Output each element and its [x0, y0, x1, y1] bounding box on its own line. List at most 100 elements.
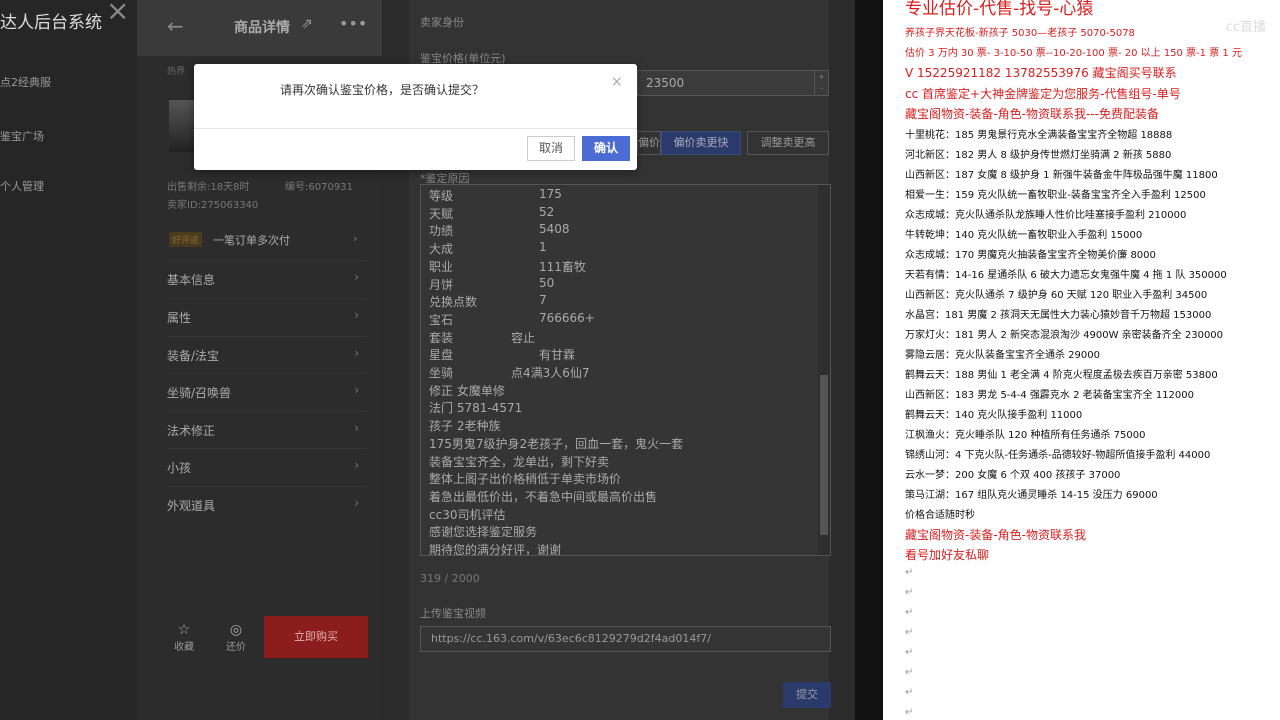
doc-line: 众志成城：克火队通杀队龙族睡人性价比哇塞接手盈利 210000 — [905, 209, 1187, 221]
reason-value: 766666+ — [539, 310, 595, 325]
chevron-right-icon: › — [354, 383, 359, 397]
doc-line: 鹤舞云天：140 克火队接手盈利 11000 — [905, 409, 1083, 421]
tab-lower-price[interactable]: 偏价卖更快 — [661, 131, 741, 155]
reason-key: 星盘 — [429, 348, 454, 363]
doc-line: 估价 3 万内 30 票- 3-10-50 票--10-20-100 票- 20… — [905, 48, 1242, 59]
sidebar-item-personal[interactable]: 个人管理 — [0, 178, 44, 194]
favorite-label: 收藏 — [174, 642, 194, 653]
reason-key: 月饼 — [429, 277, 454, 292]
submit-button[interactable]: 提交 — [783, 682, 831, 708]
reason-key: 大成 — [429, 242, 454, 257]
back-arrow-icon[interactable]: ← — [167, 14, 184, 38]
doc-line: 看号加好友私聊 — [905, 548, 990, 562]
menu-spell-mod[interactable]: 法术修正 › — [167, 411, 367, 447]
cancel-button[interactable]: 取消 — [527, 136, 575, 161]
reason-line: 着急出最低价出，不着急中间或最高价出售 — [429, 489, 658, 504]
reason-line: 期待您的满分好评，谢谢 — [429, 543, 562, 556]
chevron-right-icon: › — [354, 496, 359, 510]
reason-value: 有甘霖 — [539, 348, 576, 363]
doc-line: 河北新区：182 男人 8 级护身传世燃灯坐骑满 2 新孩 5880 — [905, 149, 1172, 161]
reason-value: 1 — [539, 240, 547, 255]
bargain-button[interactable]: ◎ 还价 — [221, 622, 251, 653]
listing-time: 出售剩余:18天8时 — [167, 182, 250, 193]
promo-row[interactable]: 好评返 一笔订单多次付 › — [167, 226, 367, 252]
reason-value: 175 — [539, 187, 562, 201]
textarea-scrollbar[interactable] — [818, 185, 830, 555]
paragraph-mark-icon: ↵ — [905, 706, 914, 718]
favorite-button[interactable]: ☆ 收藏 — [169, 622, 199, 653]
doc-line: 天若有情：14-16 星通杀队 6 破大力遗忘女鬼强牛魔 4 拖 1 队 350… — [905, 269, 1227, 281]
dialog-message: 请再次确认鉴宝价格，是否确认提交？ — [280, 83, 485, 97]
menu-equipment[interactable]: 装备/法宝 › — [167, 336, 367, 372]
listing-id: 编号:6070931 — [285, 182, 353, 193]
divider — [855, 0, 883, 720]
close-icon[interactable]: × — [106, 0, 129, 27]
sidebar-item-server[interactable]: 点2经典服 — [0, 74, 51, 90]
price-stepper[interactable]: + - — [814, 71, 828, 95]
app-brand: 达人后台系统 — [0, 13, 102, 33]
doc-line: 锦绣山河：4 下克火队-任务通杀-品德较好-物超所值接手盈利 44000 — [905, 449, 1211, 461]
tab-price[interactable]: 偏价 — [637, 131, 661, 155]
confirm-button[interactable]: 确认 — [582, 136, 630, 161]
close-icon[interactable]: × — [611, 74, 623, 90]
reason-line: 整体上阁子出价格稍低于单卖市场价 — [429, 472, 622, 487]
doc-line: cc 首席鉴定+大神金牌鉴定为您服务-代售组号-单号 — [905, 86, 1181, 101]
scrollbar-thumb[interactable] — [820, 375, 828, 535]
reason-line: cc30司机评估 — [429, 507, 506, 522]
reason-key: 职业 — [429, 259, 454, 274]
video-label: 上传鉴宝视频 — [420, 607, 486, 620]
buy-now-button[interactable]: 立即购买 — [264, 616, 368, 658]
more-icon[interactable]: ••• — [339, 14, 367, 33]
doc-line: 雾隐云居：克火队装备宝宝齐全通杀 29000 — [905, 349, 1100, 361]
dialog-divider — [194, 128, 637, 129]
reason-key: 兑换点数 — [429, 295, 478, 310]
document-page: 专业估价-代售-找号-心猿 cc直播 养孩子界天花板-新孩子 5030—老孩子 … — [883, 0, 1280, 720]
product-title: 商品详情 — [234, 20, 290, 36]
chevron-right-icon: › — [354, 421, 359, 435]
chevron-right-icon: › — [354, 308, 359, 322]
section-seller-identity: 卖家身份 — [420, 16, 464, 29]
app-sidebar: 达人后台系统 × 点2经典服 鉴宝广场 个人管理 — [0, 0, 137, 720]
share-icon[interactable]: ⇗ — [301, 16, 313, 32]
menu-child[interactable]: 小孩 › — [167, 448, 367, 484]
product-crumb: 热界 — [167, 67, 186, 77]
menu-basic-info[interactable]: 基本信息 › — [167, 260, 367, 296]
menu-label: 属性 — [167, 311, 192, 325]
tab-higher-price[interactable]: 调整卖更高 — [747, 131, 829, 155]
doc-line: V 15225921182 13782553976 藏宝阁买号联系 — [905, 66, 1177, 80]
reason-key: 等级 — [429, 189, 454, 203]
watermark: cc直播 — [1225, 20, 1266, 35]
paragraph-mark-icon: ↵ — [905, 566, 914, 578]
doc-line: 价格合适随时秒 — [905, 509, 975, 521]
reason-line: 法门 5781-4571 — [429, 401, 523, 416]
price-input[interactable]: 23500 + - — [637, 70, 829, 96]
price-value: 23500 — [646, 76, 685, 90]
video-url-input[interactable]: https://cc.163.com/v/63ec6c8129279d2f4ad… — [420, 626, 831, 652]
doc-line: 水晶宫：181 男魔 2 孩洞天无属性大力装心猿妙音千万物超 153000 — [905, 309, 1212, 321]
doc-line: 江枫渔火：克火睡杀队 120 种植所有任务通杀 75000 — [905, 429, 1146, 441]
menu-label: 小孩 — [167, 461, 192, 475]
reason-line: 175男鬼7级护身2老孩子，回血一套，鬼火一套 — [429, 436, 684, 451]
doc-line: 山西新区：183 男龙 5-4-4 强霹克水 2 老装备宝宝齐全 112000 — [905, 389, 1194, 401]
paragraph-mark-icon: ↵ — [905, 626, 914, 638]
reason-key: 天赋 — [429, 206, 454, 221]
chevron-right-icon: › — [353, 232, 358, 245]
menu-label: 坐骑/召唤兽 — [167, 386, 232, 400]
paragraph-mark-icon: ↵ — [905, 686, 914, 698]
avatar — [169, 100, 195, 152]
product-bottom-bar: ☆ 收藏 ◎ 还价 立即购买 — [167, 616, 372, 660]
menu-mounts[interactable]: 坐骑/召唤兽 › — [167, 373, 367, 409]
reason-value: 5408 — [539, 222, 570, 237]
paragraph-mark-icon: ↵ — [905, 646, 914, 658]
menu-appearance[interactable]: 外观道具 › — [167, 486, 367, 522]
confirm-dialog: 请再次确认鉴宝价格，是否确认提交？ × 取消 确认 — [194, 64, 637, 170]
sidebar-item-plaza[interactable]: 鉴宝广场 — [0, 128, 44, 144]
chevron-right-icon: › — [354, 458, 359, 472]
reason-line: 修正 女魔单修 — [429, 383, 505, 398]
reason-textarea[interactable]: 等级 175 天赋 52 功绩 5408 大成 1 职业 111畜牧 月饼 50 兑换点数 7 宝石 7666… — [420, 184, 831, 556]
video-url: https://cc.163.com/v/63ec6c8129279d2f4ad… — [431, 632, 711, 645]
doc-line: 相爱一生：159 克火队统一畜牧职业-装备宝宝齐全入手盈利 12500 — [905, 189, 1206, 201]
doc-title: 专业估价-代售-找号-心猿 — [905, 0, 1094, 19]
doc-line: 藏宝阁物资-装备-角色-物资联系我 — [905, 527, 1086, 542]
menu-attributes[interactable]: 属性 › — [167, 298, 367, 334]
